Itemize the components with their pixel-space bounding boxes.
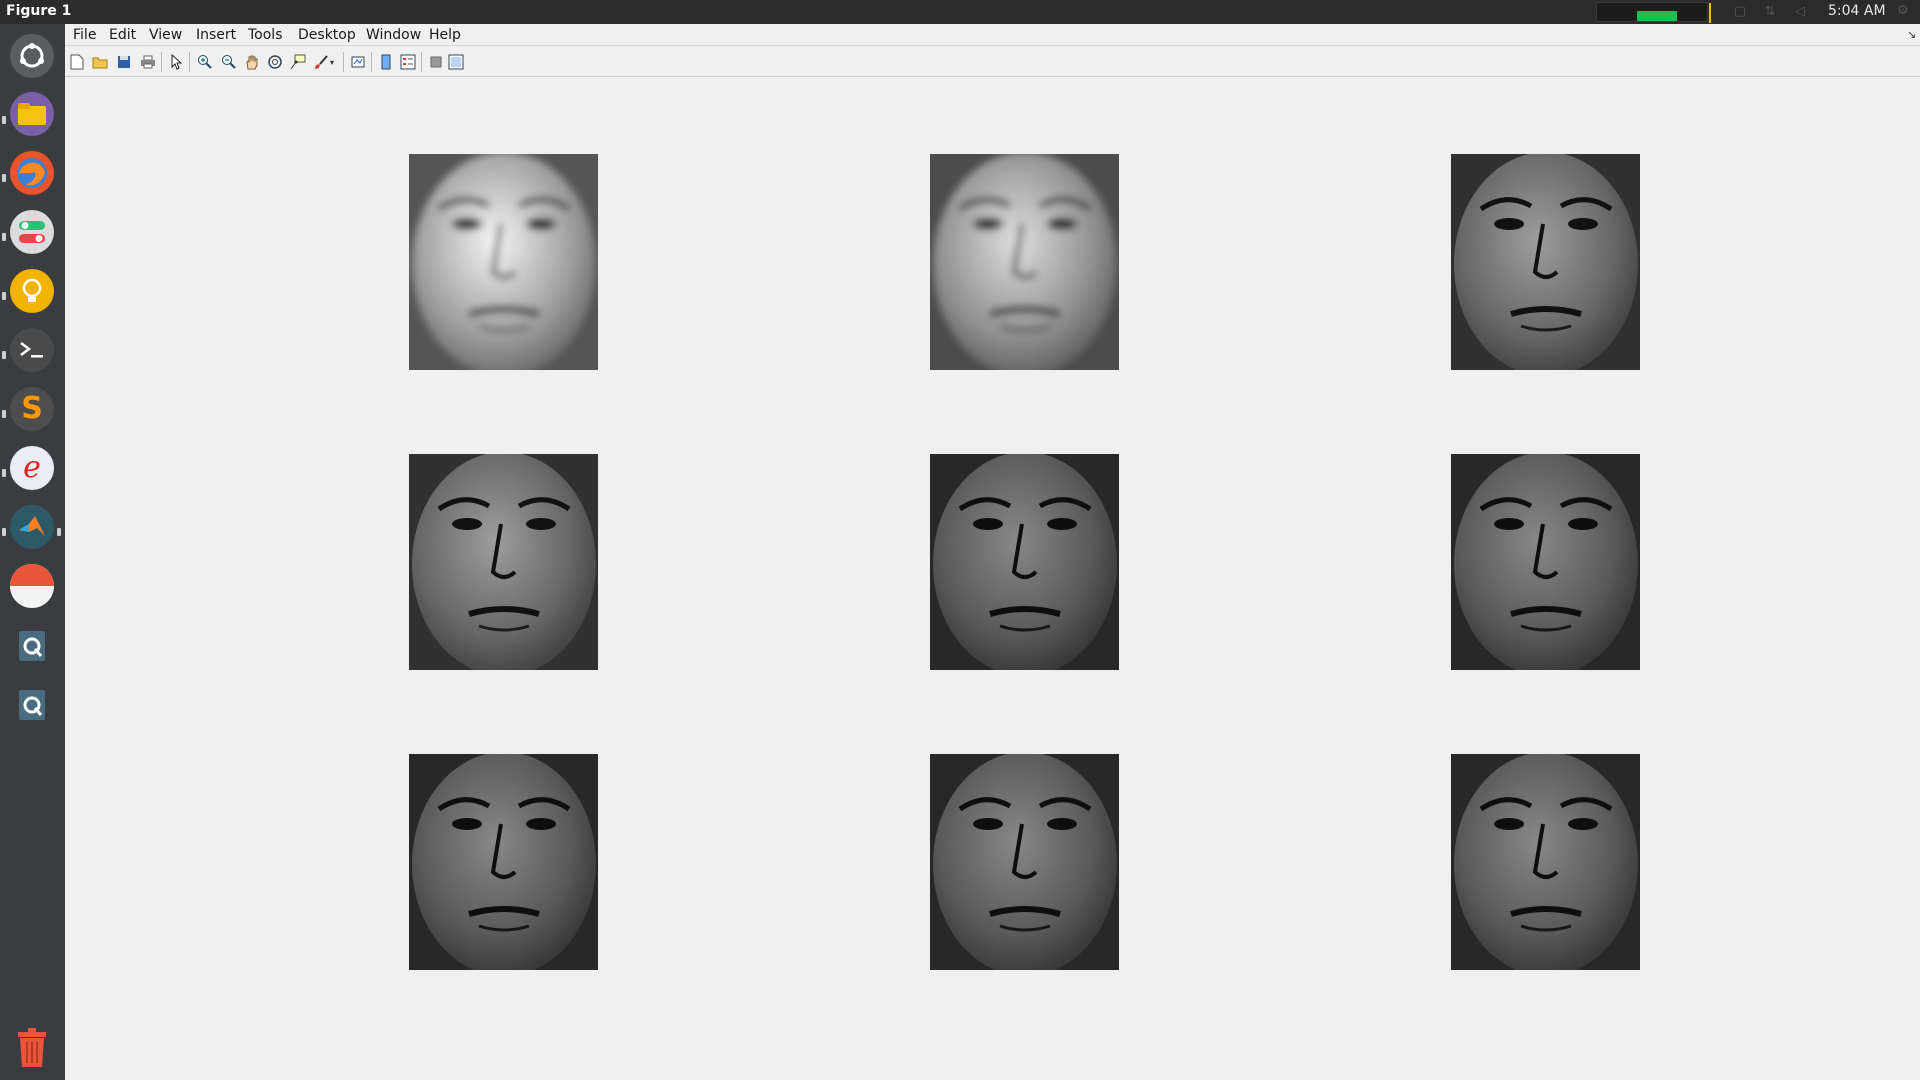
clock[interactable]: 5:04 AM [1828,3,1886,19]
sublime-text-icon[interactable]: S [10,387,54,431]
menu-file[interactable]: File [73,27,96,43]
open-file-icon[interactable] [90,52,110,72]
face-image [930,454,1119,670]
text-editor-icon[interactable]: e [10,446,54,490]
monitor-bar [1637,11,1677,21]
ubuntu-dash-icon[interactable] [10,34,54,78]
figure-toolbar: ▾ [65,47,1920,77]
toolbar-separator [161,52,162,72]
menu-desktop[interactable]: Desktop [298,27,356,43]
link-plot-icon[interactable] [348,52,368,72]
face-image [1451,154,1640,370]
terminal-icon[interactable] [10,328,54,372]
insert-legend-icon[interactable] [398,52,418,72]
show-plot-tools-icon[interactable] [446,52,466,72]
dock-arrow-icon[interactable]: ↘ [1907,28,1916,41]
running-indicator [2,528,6,536]
zoom-in-icon[interactable] [195,52,215,72]
face-image [1451,454,1640,670]
face-image [409,754,598,970]
trash-icon[interactable] [10,1026,54,1070]
running-indicator [2,469,6,477]
toolbar-separator [343,52,344,72]
firefox-icon[interactable] [10,151,54,195]
q-app-icon[interactable] [10,624,54,668]
menu-help[interactable]: Help [429,27,461,43]
launcher: S e [0,24,65,1080]
network-icon[interactable]: ⇅ [1762,4,1778,20]
menu-insert[interactable]: Insert [196,27,236,43]
pan-hand-icon[interactable] [242,52,262,72]
focused-indicator [57,528,61,536]
running-indicator [2,410,6,418]
hide-plot-tools-icon[interactable] [426,52,446,72]
menu-edit[interactable]: Edit [109,27,136,43]
insert-colorbar-icon[interactable] [376,52,396,72]
pie-app-icon[interactable] [10,564,54,608]
chat-icon[interactable]: ▢ [1732,4,1748,20]
running-indicator [2,292,6,300]
system-monitor-indicator[interactable] [1596,2,1711,23]
matlab-icon[interactable] [10,505,54,549]
face-image [409,154,598,370]
brush-dropdown-icon[interactable]: ▾ [327,52,337,72]
menu-window[interactable]: Window [366,27,421,43]
bulb-icon[interactable] [10,269,54,313]
save-icon[interactable] [114,52,134,72]
menu-bar: File Edit View Insert Tools Desktop Wind… [65,24,1920,46]
top-panel: Figure 1 ▢ ⇅ ◁ 5:04 AM ⚙ [0,0,1920,24]
new-figure-icon[interactable] [67,52,87,72]
toolbar-separator [421,52,422,72]
menu-view[interactable]: View [149,27,182,43]
toolbar-separator [371,52,372,72]
settings-toggle-icon[interactable] [10,210,54,254]
running-indicator [2,174,6,182]
tray-icons: ▢ ⇅ ◁ [1732,4,1808,20]
face-image [930,754,1119,970]
running-indicator [2,233,6,241]
face-image [409,454,598,670]
running-indicator [2,116,6,124]
face-image [930,154,1119,370]
data-cursor-icon[interactable] [288,52,308,72]
q-app-icon[interactable] [10,683,54,727]
zoom-out-icon[interactable] [219,52,239,72]
monitor-cursor [1709,3,1711,23]
volume-icon[interactable]: ◁ [1792,4,1808,20]
files-icon[interactable] [10,92,54,136]
running-indicator [2,351,6,359]
face-image [1451,754,1640,970]
figure-canvas [65,78,1920,1080]
menu-tools[interactable]: Tools [248,27,283,43]
rotate-3d-icon[interactable] [265,52,285,72]
window-title: Figure 1 [6,3,72,19]
edit-plot-arrow-icon[interactable] [166,52,186,72]
session-gear-icon[interactable]: ⚙ [1897,3,1909,18]
toolbar-separator [189,52,190,72]
print-icon[interactable] [138,52,158,72]
